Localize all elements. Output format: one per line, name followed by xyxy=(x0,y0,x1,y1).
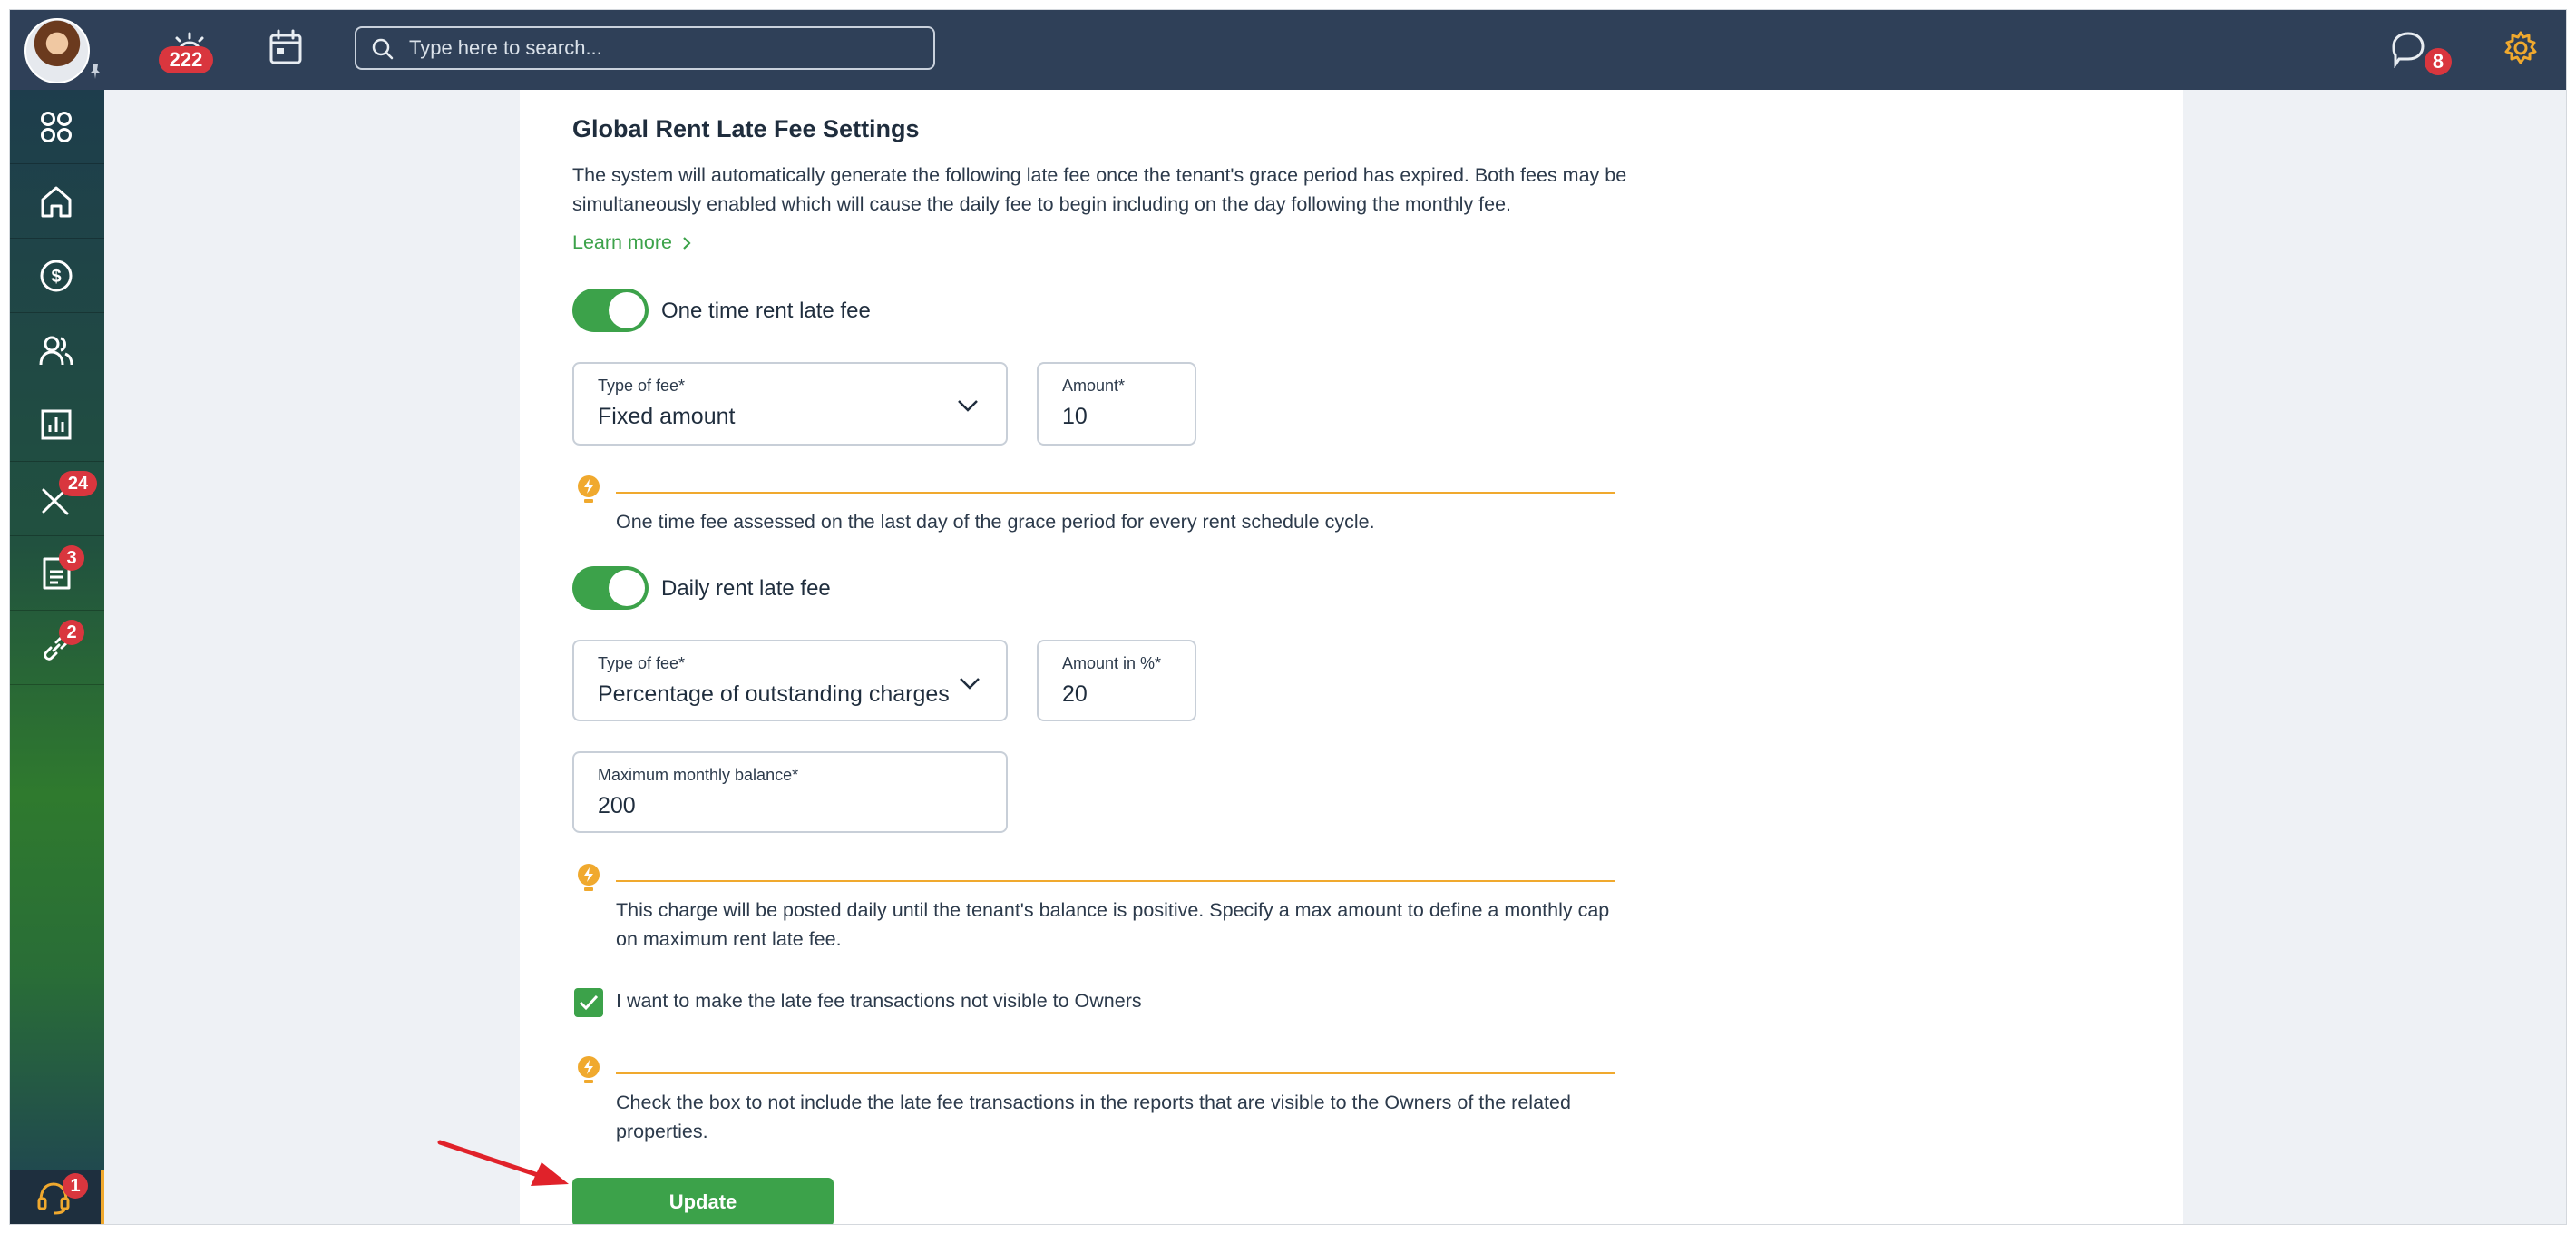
search-input[interactable] xyxy=(409,34,917,63)
daily-amount-input[interactable]: Amount in %* 20 xyxy=(1037,640,1196,721)
sidebar-item-people[interactable] xyxy=(10,313,104,387)
gear-icon[interactable] xyxy=(2501,28,2541,68)
checkmark-icon xyxy=(579,994,599,1011)
help-badge: 1 xyxy=(63,1173,88,1199)
hide-from-owners-label: I want to make the late fee transactions… xyxy=(616,990,1142,1012)
hide-from-owners-checkbox[interactable] xyxy=(574,988,603,1017)
sidebar-item-maintenance[interactable]: 24 xyxy=(10,462,104,536)
hint-divider xyxy=(616,1072,1615,1074)
field-value: Percentage of outstanding charges xyxy=(598,681,950,707)
home-icon xyxy=(41,186,72,218)
maximum-monthly-balance-input[interactable]: Maximum monthly balance* 200 xyxy=(572,751,1008,833)
one-time-fee-toggle[interactable] xyxy=(572,289,649,332)
one-time-fee-label: One time rent late fee xyxy=(661,299,871,323)
sidebar-item-dashboard[interactable] xyxy=(10,90,104,164)
lightbulb-icon xyxy=(578,1056,600,1083)
field-label: Type of fee* xyxy=(598,654,686,672)
documents-badge: 3 xyxy=(59,545,84,571)
field-value: 20 xyxy=(1062,681,1088,707)
sidebar-help[interactable]: 1 xyxy=(10,1170,104,1224)
pin-icon xyxy=(91,64,100,79)
field-value: 200 xyxy=(598,793,636,818)
search-box[interactable] xyxy=(355,26,935,70)
lightbulb-icon xyxy=(578,864,600,891)
bar-chart-icon xyxy=(41,409,72,440)
field-label: Amount* xyxy=(1062,377,1126,395)
hint-divider xyxy=(616,492,1615,494)
search-icon xyxy=(372,38,394,60)
messages-icon[interactable] xyxy=(2388,28,2428,68)
people-icon xyxy=(39,336,73,366)
sidebar-item-home[interactable] xyxy=(10,164,104,239)
field-value: Fixed amount xyxy=(598,404,736,429)
sidebar-item-accounting[interactable]: $ xyxy=(10,239,104,313)
daily-fee-hint: This charge will be posted daily until t… xyxy=(616,899,1610,950)
hint-divider xyxy=(616,880,1615,882)
one-time-amount-input[interactable]: Amount* 10 xyxy=(1037,362,1196,446)
calendar-icon[interactable] xyxy=(266,28,306,68)
toggle-knob xyxy=(609,570,645,606)
annotation-arrow-icon xyxy=(437,1140,569,1186)
chevron-down-icon xyxy=(958,400,978,412)
messages-badge: 8 xyxy=(2425,48,2452,75)
dollar-icon: $ xyxy=(40,260,73,292)
svg-text:$: $ xyxy=(51,267,61,287)
app-window: 222 8 xyxy=(9,9,2567,1225)
chevron-down-icon xyxy=(960,678,980,690)
daily-fee-type-select[interactable]: Type of fee* Percentage of outstanding c… xyxy=(572,640,1008,721)
field-label: Type of fee* xyxy=(598,377,686,395)
settings-description: The system will automatically generate t… xyxy=(572,164,1627,215)
grid-icon xyxy=(41,112,72,142)
alerts-badge: 222 xyxy=(159,46,213,73)
lightbulb-icon xyxy=(578,475,600,503)
field-label: Maximum monthly balance* xyxy=(598,766,799,784)
learn-more-label: Learn more xyxy=(572,231,672,253)
field-value: 10 xyxy=(1062,404,1088,429)
links-badge: 2 xyxy=(59,620,84,645)
field-label: Amount in %* xyxy=(1062,654,1162,672)
one-time-fee-type-select[interactable]: Type of fee* Fixed amount xyxy=(572,362,1008,446)
sidebar-item-reports[interactable] xyxy=(10,387,104,462)
one-time-fee-hint: One time fee assessed on the last day of… xyxy=(616,511,1375,533)
update-button[interactable]: Update xyxy=(572,1178,834,1224)
sidebar-item-links[interactable]: 2 xyxy=(10,611,104,685)
sidebar: $ 24 3 2 1 xyxy=(10,90,104,1224)
daily-fee-label: Daily rent late fee xyxy=(661,576,831,601)
maintenance-badge: 24 xyxy=(59,471,97,496)
toggle-knob xyxy=(609,292,645,328)
user-avatar[interactable] xyxy=(24,18,90,83)
daily-fee-toggle[interactable] xyxy=(572,566,649,610)
sidebar-item-documents[interactable]: 3 xyxy=(10,536,104,611)
owners-hint: Check the box to not include the late fe… xyxy=(616,1092,1571,1142)
top-bar: 222 8 xyxy=(10,10,2566,90)
page-title: Global Rent Late Fee Settings xyxy=(572,115,920,142)
chevron-right-icon xyxy=(683,236,691,250)
learn-more-link[interactable]: Learn more xyxy=(572,231,692,254)
